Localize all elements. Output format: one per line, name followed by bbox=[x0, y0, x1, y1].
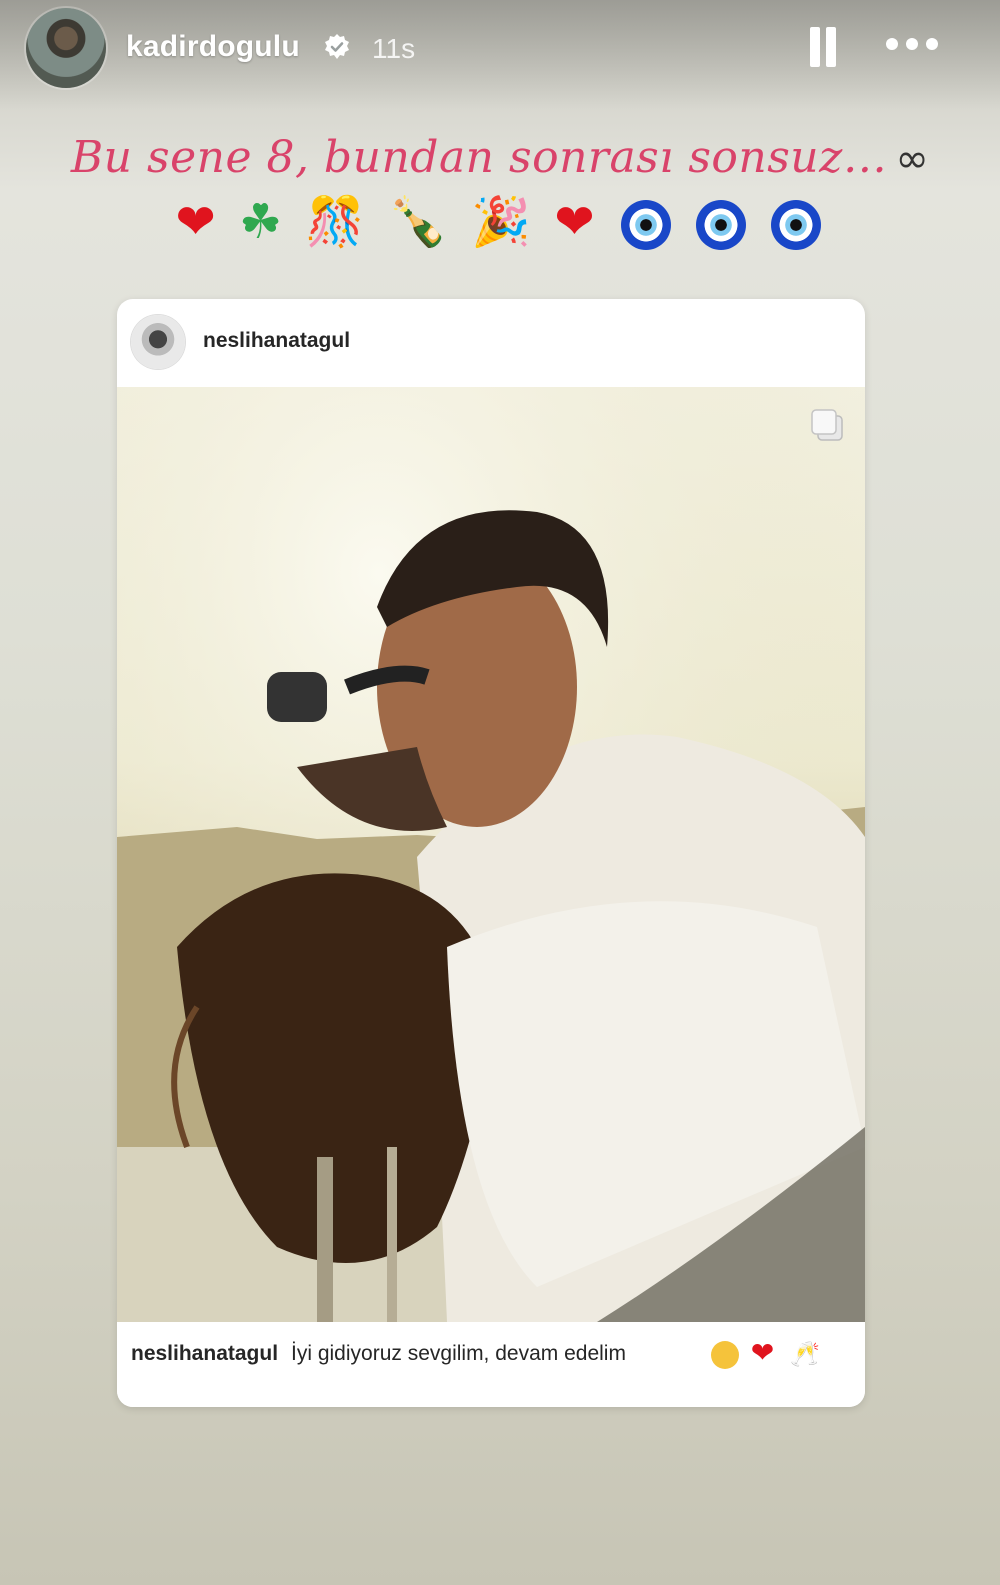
more-icon[interactable] bbox=[884, 34, 940, 54]
post-caption: neslihanatagul İyi gidiyoruz sevgilim, d… bbox=[117, 1322, 865, 1407]
verified-badge-icon bbox=[325, 34, 349, 59]
story-caption: Bu sene 8, bundan sonrası sonsuz… ∞ bbox=[0, 132, 1000, 183]
caption-text: İyi gidiyoruz sevgilim, devam edelim bbox=[291, 1342, 626, 1365]
story-time: 11s bbox=[372, 33, 416, 64]
pause-icon[interactable] bbox=[808, 27, 838, 67]
infinity-icon: ∞ bbox=[895, 136, 930, 182]
caption-text: Bu sene 8, bundan sonrası sonsuz… bbox=[70, 132, 888, 183]
champagne-icon: 🍾 bbox=[388, 194, 453, 250]
caption-username[interactable]: neslihanatagul bbox=[131, 1342, 278, 1366]
post-avatar[interactable] bbox=[131, 315, 185, 369]
wink-face-icon bbox=[711, 1340, 739, 1369]
caption-emojis: ❤ 🥂 bbox=[711, 1336, 824, 1369]
party-popper-icon: 🎉 bbox=[471, 194, 536, 250]
shared-post-card[interactable]: neslihanatagul neslihanatagul İyi gidiyo… bbox=[117, 299, 865, 1407]
evil-eye-icon bbox=[696, 200, 747, 250]
evil-eye-icon bbox=[771, 200, 822, 250]
story-username[interactable]: kadirdogulu bbox=[126, 30, 300, 64]
clover-icon: ☘ bbox=[239, 194, 287, 250]
heart-icon: ❤ bbox=[750, 1337, 779, 1368]
carousel-icon bbox=[811, 409, 843, 441]
emoji-row: ❤ ☘ 🎊 🍾 🎉 ❤ bbox=[0, 192, 1000, 252]
evil-eye-icon bbox=[620, 200, 671, 250]
avatar[interactable] bbox=[26, 8, 106, 88]
heart-icon: ❤ bbox=[175, 194, 220, 250]
post-photo[interactable] bbox=[117, 387, 865, 1322]
photo-illustration bbox=[117, 387, 865, 1322]
post-username[interactable]: neslihanatagul bbox=[203, 329, 350, 353]
confetti-ball-icon: 🎊 bbox=[305, 194, 370, 250]
heart-icon: ❤ bbox=[554, 194, 599, 250]
clinking-glasses-icon: 🥂 bbox=[790, 1341, 824, 1368]
